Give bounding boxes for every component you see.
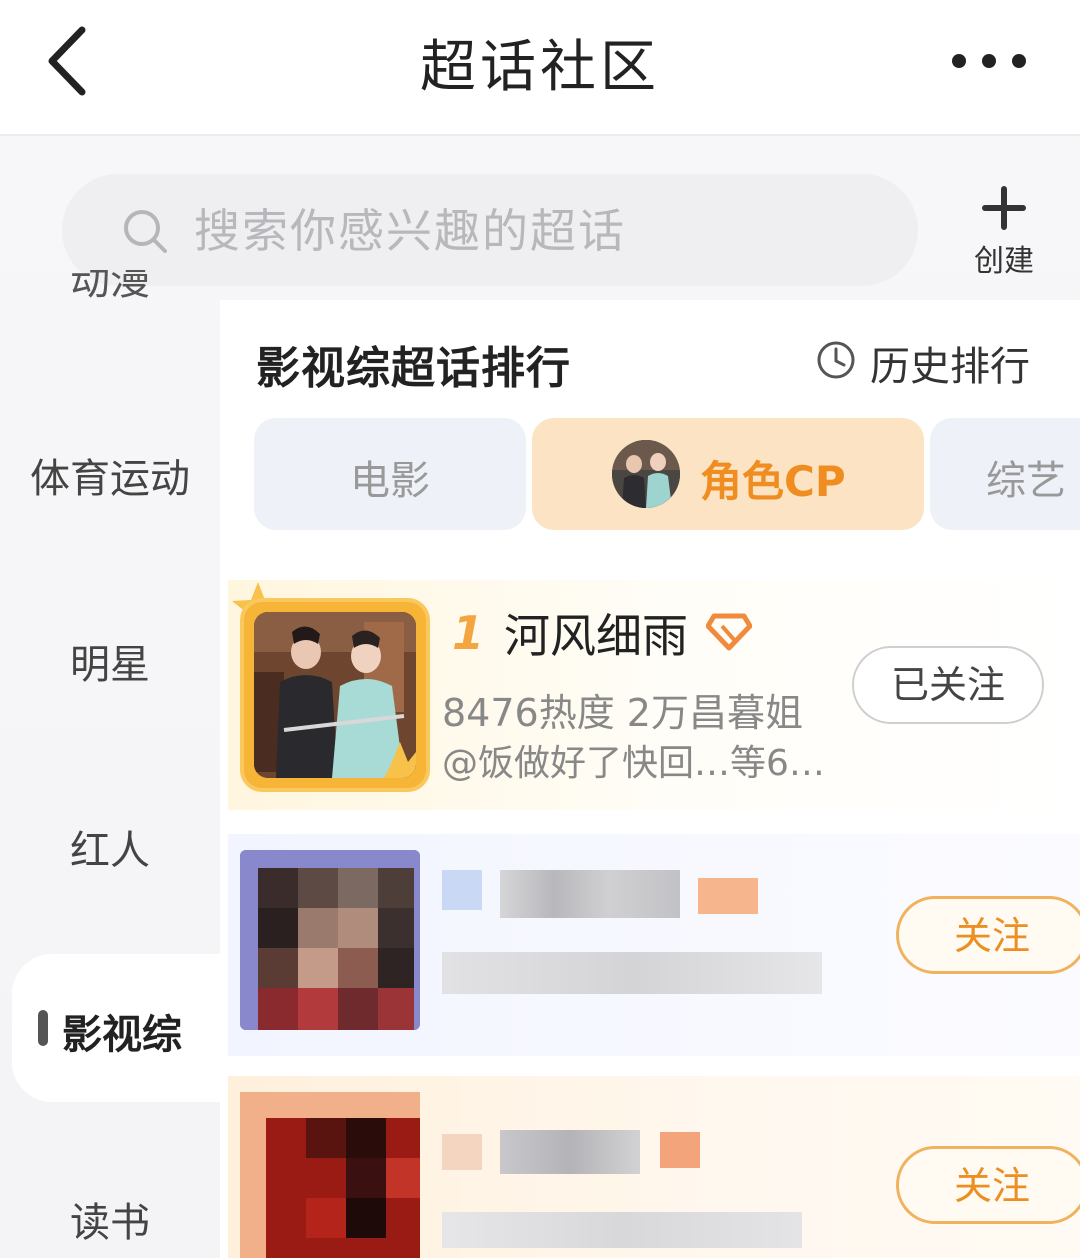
tab-label: 综艺 xyxy=(986,458,1066,504)
history-ranking-label: 历史排行 xyxy=(870,344,1030,390)
clock-icon xyxy=(817,341,855,379)
sidebar-item-anime[interactable]: 动漫 xyxy=(0,270,220,302)
topic-name[interactable]: 河风细雨 xyxy=(504,600,688,666)
pixelated-text-block xyxy=(442,1212,802,1248)
more-dot-icon xyxy=(982,54,996,68)
pixelated-text-block xyxy=(442,1134,482,1170)
pixelated-cover-image xyxy=(240,850,420,1030)
active-indicator xyxy=(38,1010,48,1046)
sidebar-item-books[interactable]: 读书 xyxy=(0,1190,220,1248)
tab-variety[interactable]: 综艺 xyxy=(930,418,1080,530)
following-button[interactable]: 已关注 xyxy=(852,646,1044,724)
tab-label: 角色CP xyxy=(700,457,846,506)
pixelated-text-block xyxy=(500,1130,640,1174)
pixelated-text-block xyxy=(698,878,758,914)
pixelated-text-block xyxy=(442,952,822,994)
sidebar-item-influencers[interactable]: 红人 xyxy=(0,818,220,876)
cover-photo xyxy=(254,612,416,778)
tab-character-cp[interactable]: 角色CP xyxy=(532,418,924,530)
nav-bar: 超话社区 xyxy=(0,0,1080,136)
tab-label: 电影 xyxy=(350,458,430,504)
ranking-title: 影视综超话排行 xyxy=(256,343,571,394)
create-button[interactable]: 创建 xyxy=(960,186,1048,282)
cp-avatar xyxy=(612,440,680,508)
pixelated-cover-image xyxy=(240,1092,420,1258)
pixelated-text-block xyxy=(442,870,482,910)
topic-cover-image[interactable] xyxy=(240,598,430,792)
pixelated-text-block xyxy=(500,870,680,918)
diamond-badge-icon xyxy=(706,613,752,651)
page-title: 超话社区 xyxy=(420,35,660,100)
search-input[interactable] xyxy=(192,196,876,266)
ranking-row[interactable]: 关注 xyxy=(228,834,1080,1056)
sidebar-item-film-tv-variety[interactable]: 影视综 xyxy=(12,954,220,1102)
ranking-row[interactable]: 关注 xyxy=(228,1076,1080,1258)
more-dot-icon xyxy=(1012,54,1026,68)
plus-icon xyxy=(982,186,1026,230)
follow-button[interactable]: 关注 xyxy=(896,1146,1080,1224)
more-dot-icon xyxy=(952,54,966,68)
sidebar-item-stars[interactable]: 明星 xyxy=(0,632,220,690)
sidebar-item-sports[interactable]: 体育运动 xyxy=(0,446,220,504)
ranking-row[interactable]: 1 河风细雨 8476热度 2万昌暮姐 @饭做好了快回…等6… 已关注 xyxy=(228,580,1080,810)
rank-number: 1 xyxy=(452,606,485,660)
tab-movie[interactable]: 电影 xyxy=(254,418,526,530)
sidebar-item-label: 影视综 xyxy=(62,1012,182,1058)
topic-stats: 8476热度 2万昌暮姐 xyxy=(442,691,803,735)
topic-followers: @饭做好了快回…等6… xyxy=(442,743,825,784)
follow-button[interactable]: 关注 xyxy=(896,896,1080,974)
create-label: 创建 xyxy=(974,244,1034,279)
more-options-button[interactable] xyxy=(940,44,1040,78)
search-icon xyxy=(124,210,167,253)
pixelated-text-block xyxy=(660,1132,700,1168)
sidebar-item-label: 动漫 xyxy=(70,270,150,302)
